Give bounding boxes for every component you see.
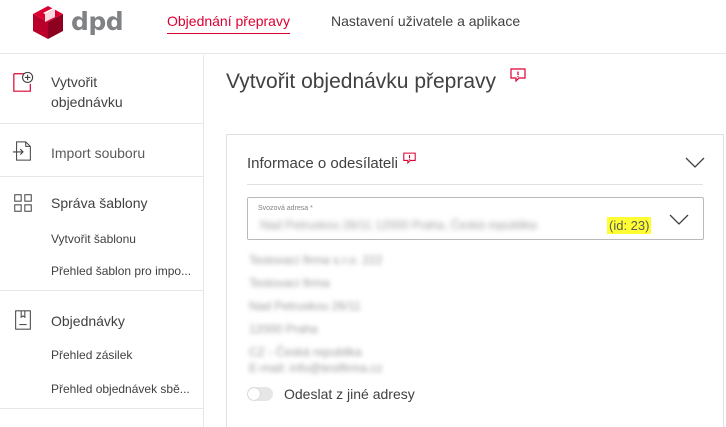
sender-name: Testovací firma xyxy=(249,276,330,290)
divider xyxy=(0,176,204,177)
pickup-address-label: Svozová adresa * xyxy=(258,205,313,212)
sender-info-card: Informace o odesílateli Svozová adresa *… xyxy=(226,134,724,427)
other-address-label: Odeslat z jiné adresy xyxy=(284,386,415,402)
collapse-chevron-icon[interactable] xyxy=(685,157,705,169)
info-icon[interactable] xyxy=(510,68,526,82)
sidebar-item-label: Objednávky xyxy=(51,313,125,329)
divider xyxy=(0,123,204,124)
sidebar-item-label: Vytvořit xyxy=(51,74,98,90)
divider xyxy=(0,290,204,291)
sidebar: Vytvořit objednávku Import souboru Správ… xyxy=(0,55,204,427)
sidebar-subitem-create-template[interactable]: Vytvořit šablonu xyxy=(51,232,203,246)
sidebar-item-orders[interactable]: Objednávky xyxy=(0,305,204,335)
logo-text: dpd xyxy=(71,6,124,36)
section-title: Informace o odesílateli xyxy=(247,155,398,172)
dpd-cube-icon xyxy=(33,6,63,39)
other-address-toggle[interactable] xyxy=(247,387,273,401)
grid-icon xyxy=(14,194,32,212)
page-title-text: Vytvořit objednávku přepravy xyxy=(226,70,497,93)
section-divider xyxy=(247,184,703,185)
sidebar-subitem-pickup-orders[interactable]: Přehled objednávek sbě... xyxy=(51,382,203,396)
dpd-logo[interactable]: dpd xyxy=(32,5,124,40)
sidebar-item-label: objednávku xyxy=(51,94,123,110)
info-icon[interactable] xyxy=(403,152,416,164)
pickup-address-value: Nad Petruskou 26/11 12000 Praha, Česká r… xyxy=(260,218,537,232)
sender-company: Testovací firma s.r.o. 222 xyxy=(249,253,383,267)
add-document-icon xyxy=(13,71,34,92)
sidebar-item-label: Správa šablony xyxy=(51,195,148,211)
sidebar-item-import-file[interactable]: Import souboru xyxy=(0,135,204,169)
sidebar-item-create-order[interactable]: Vytvořit objednávku xyxy=(0,65,204,123)
top-bar: dpd Objednání přepravy Nastavení uživate… xyxy=(0,0,726,54)
sender-country: CZ - Česká republika xyxy=(249,345,362,359)
divider xyxy=(0,408,204,409)
sender-street: Nad Petruskou 26/11 xyxy=(249,299,361,313)
sidebar-subitem-shipments[interactable]: Přehled zásilek xyxy=(51,348,203,362)
pickup-address-select[interactable]: Svozová adresa * Nad Petruskou 26/11 120… xyxy=(247,197,704,240)
section-header[interactable]: Informace o odesílateli xyxy=(247,152,416,172)
sidebar-subitem-template-overview[interactable]: Přehled šablon pro impo... xyxy=(51,264,203,278)
sender-email: E-mail: info@testfirma.cz xyxy=(249,361,383,375)
toggle-knob xyxy=(248,388,260,400)
sidebar-item-label: Import souboru xyxy=(51,145,146,161)
package-icon xyxy=(15,310,31,330)
import-file-icon xyxy=(12,141,31,161)
page-title: Vytvořit objednávku přepravy xyxy=(226,68,526,94)
pickup-address-id: (id: 23) xyxy=(607,217,652,234)
tab-user-settings[interactable]: Nastavení uživatele a aplikace xyxy=(331,13,520,33)
tab-order-transport[interactable]: Objednání přepravy xyxy=(167,13,290,34)
sender-city: 12000 Praha xyxy=(249,322,318,336)
sidebar-item-templates[interactable]: Správa šablony xyxy=(0,187,204,217)
chevron-down-icon[interactable] xyxy=(669,214,689,226)
